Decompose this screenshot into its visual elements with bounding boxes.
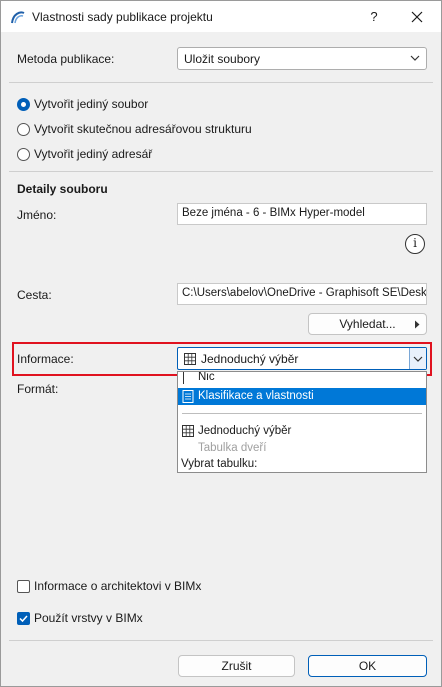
- option-nic-label: Nic: [198, 372, 215, 383]
- chevron-down-icon: [413, 356, 423, 362]
- radio-folder-structure[interactable]: [17, 123, 30, 136]
- name-label: Jméno:: [17, 208, 57, 222]
- information-dropdown-list: Nic Klasifikace a vlastnosti Jednoduchý …: [177, 371, 427, 473]
- name-input[interactable]: Beze jména - 6 - BIMx Hyper-model: [177, 203, 427, 225]
- ok-button[interactable]: OK: [308, 655, 427, 677]
- information-select[interactable]: Jednoduchý výběr: [177, 347, 427, 370]
- radio-single-file-label: Vytvořit jediný soubor: [34, 97, 149, 111]
- checkbox-use-layers-label: Použít vrstvy v BIMx: [34, 611, 143, 625]
- radio-single-folder[interactable]: [17, 148, 30, 161]
- information-label: Informace:: [17, 352, 74, 366]
- checkbox-use-layers[interactable]: [17, 612, 30, 625]
- checkbox-architect-info-label: Informace o architektovi v BIMx: [34, 579, 202, 593]
- radio-folder-structure-label: Vytvořit skutečnou adresářovou strukturu: [34, 122, 252, 136]
- method-select[interactable]: Uložit soubory: [177, 47, 427, 70]
- option-nic[interactable]: Nic: [178, 372, 426, 385]
- table-icon: [182, 425, 194, 437]
- browse-button[interactable]: Vyhledat...: [308, 313, 427, 335]
- option-door-table-label: Tabulka dveří: [198, 442, 267, 454]
- cancel-button[interactable]: Zrušit: [178, 655, 295, 677]
- separator: [9, 640, 433, 641]
- browse-button-label: Vyhledat...: [339, 317, 396, 331]
- format-label: Formát:: [17, 382, 59, 396]
- option-classification-label: Klasifikace a vlastnosti: [198, 390, 314, 402]
- option-door-table: Tabulka dveří: [178, 440, 426, 457]
- path-input[interactable]: C:\Users\abelov\OneDrive - Graphisoft SE…: [177, 283, 427, 305]
- table-icon: [184, 353, 196, 365]
- information-select-value: Jednoduchý výběr: [201, 352, 299, 366]
- separator: [9, 82, 433, 83]
- radio-single-folder-label: Vytvořit jediný adresář: [34, 147, 153, 161]
- help-button[interactable]: ?: [363, 6, 385, 28]
- option-choose-table[interactable]: Vybrat tabulku:: [178, 456, 426, 473]
- archicad-app-icon: [11, 11, 25, 24]
- dropdown-button[interactable]: [409, 348, 426, 369]
- path-label: Cesta:: [17, 288, 52, 302]
- option-choose-table-label: Vybrat tabulku:: [181, 458, 258, 470]
- cursor-marker: [183, 372, 184, 384]
- option-classification[interactable]: Klasifikace a vlastnosti: [178, 388, 426, 405]
- close-button[interactable]: [406, 6, 428, 28]
- close-icon: [411, 11, 423, 23]
- dialog-window: Vlastnosti sady publikace projektu ? Met…: [0, 0, 442, 687]
- document-icon: [182, 390, 194, 403]
- title-bar: Vlastnosti sady publikace projektu ?: [1, 1, 441, 32]
- window-title: Vlastnosti sady publikace projektu: [32, 10, 213, 24]
- checkbox-architect-info[interactable]: [17, 580, 30, 593]
- separator: [9, 171, 433, 172]
- option-simple-selection[interactable]: Jednoduchý výběr: [178, 423, 426, 440]
- checkmark-icon: [19, 615, 28, 623]
- chevron-right-icon: [415, 320, 420, 329]
- option-simple-selection-label: Jednoduchý výběr: [198, 425, 292, 437]
- method-label: Metoda publikace:: [17, 52, 115, 66]
- info-icon[interactable]: i: [405, 234, 425, 254]
- list-separator: [182, 413, 422, 414]
- chevron-down-icon: [410, 55, 420, 61]
- file-details-heading: Detaily souboru: [17, 182, 108, 196]
- radio-single-file[interactable]: [17, 98, 30, 111]
- method-select-value: Uložit soubory: [184, 52, 261, 66]
